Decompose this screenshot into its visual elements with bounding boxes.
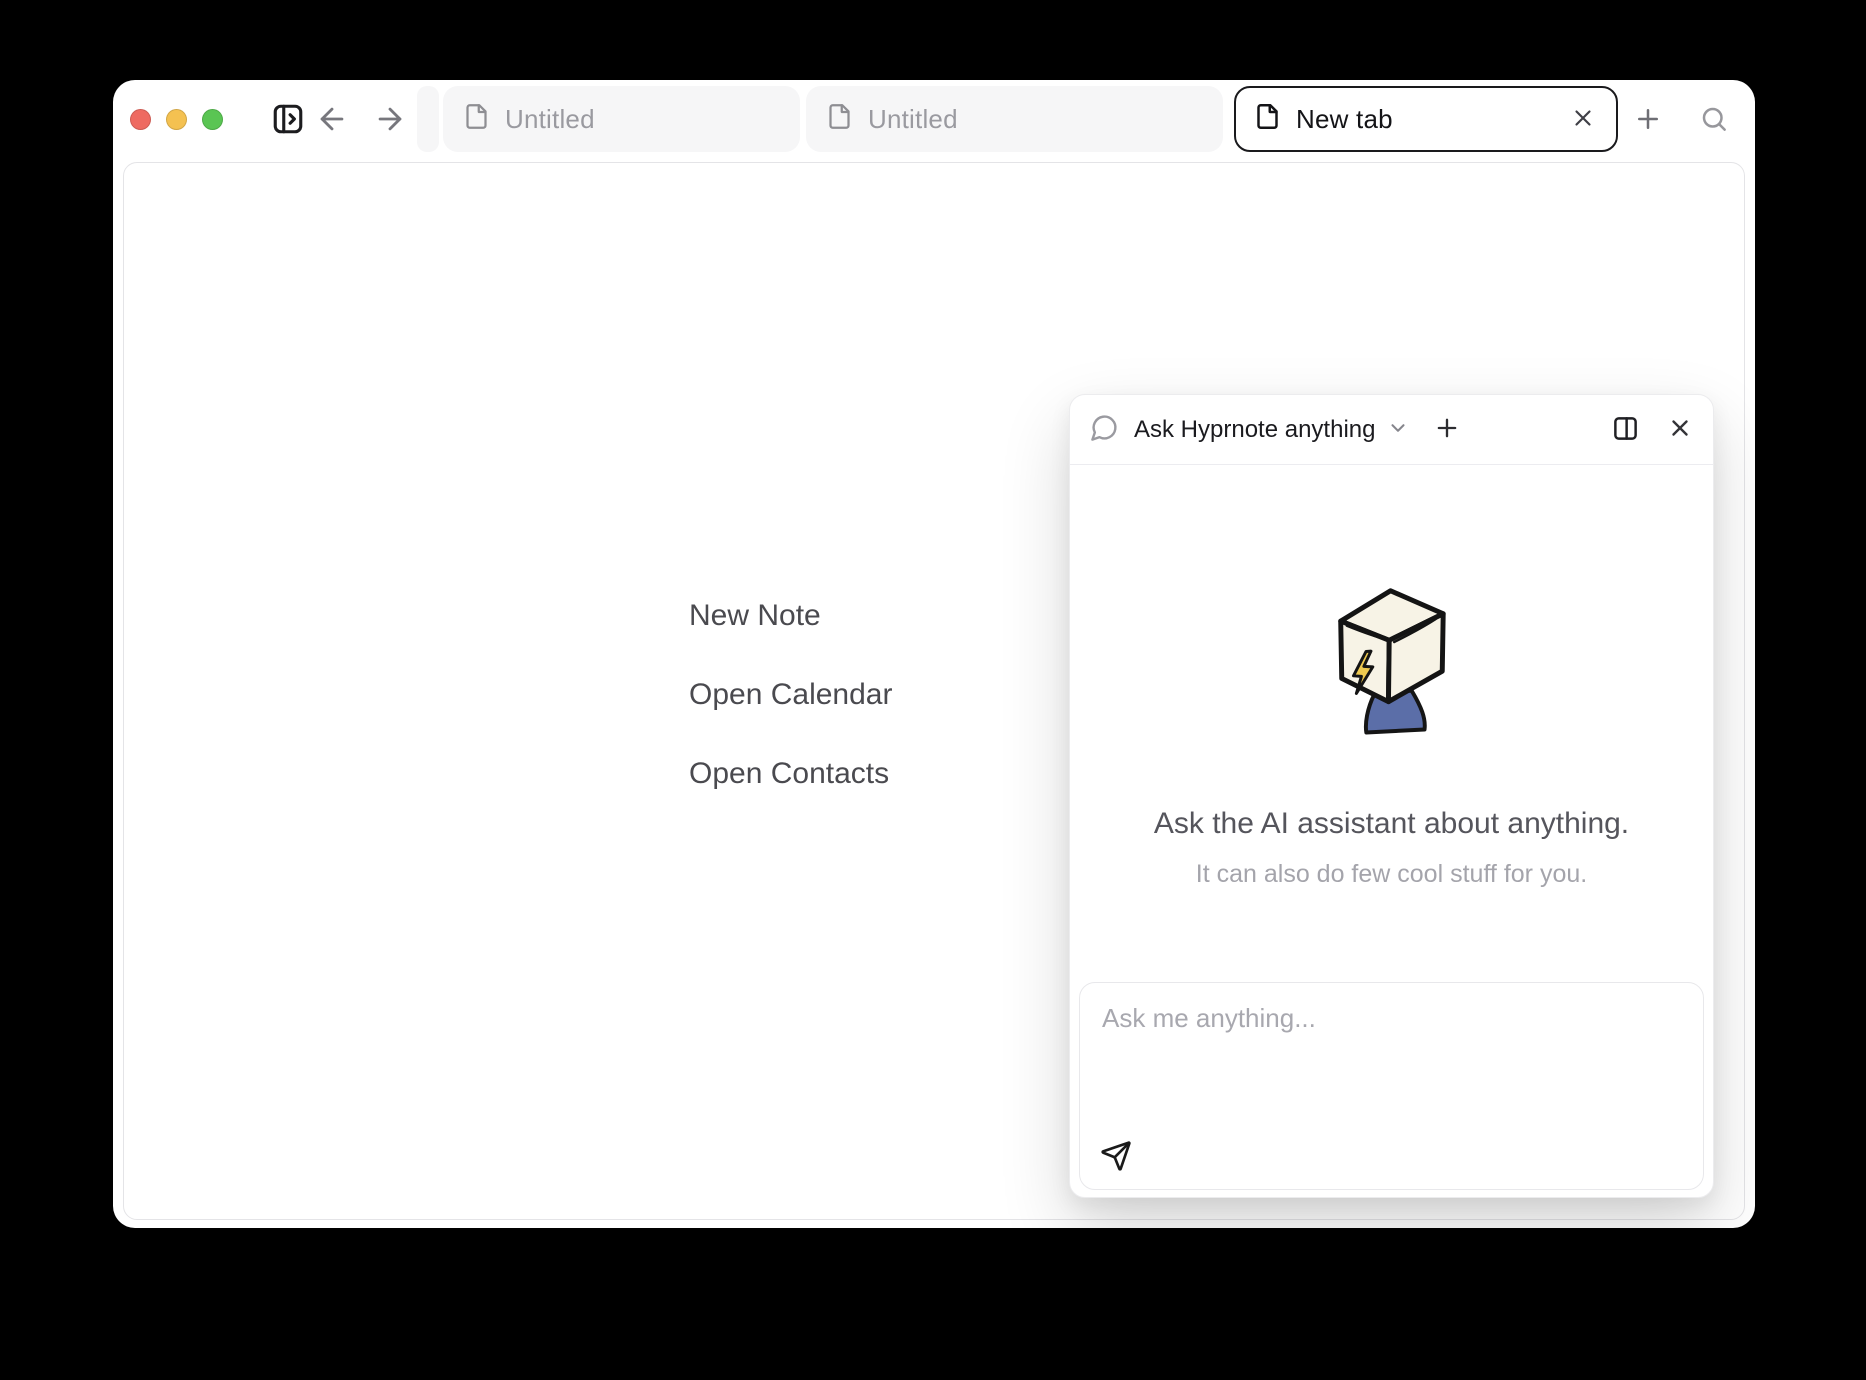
- close-tab-button[interactable]: [1568, 104, 1598, 134]
- window-controls: [130, 109, 223, 130]
- content-area: New Note Open Calendar Open Contacts Ask…: [123, 162, 1745, 1220]
- send-button[interactable]: [1098, 1139, 1134, 1175]
- split-view-button[interactable]: [1612, 415, 1639, 445]
- message-bubble-icon: [1090, 413, 1119, 447]
- send-icon: [1100, 1140, 1132, 1175]
- plus-icon: [1433, 414, 1461, 445]
- minimize-window-button[interactable]: [166, 109, 187, 130]
- new-tab-button[interactable]: [1628, 99, 1668, 139]
- close-window-button[interactable]: [130, 109, 151, 130]
- new-chat-button[interactable]: [1433, 414, 1461, 445]
- search-icon: [1699, 104, 1729, 134]
- tab-untitled-1[interactable]: Untitled: [443, 86, 800, 152]
- assistant-empty-state: Ask the AI assistant about anything. It …: [1070, 575, 1713, 889]
- ai-assistant-panel: Ask Hyprnote anything: [1069, 394, 1714, 1198]
- close-assistant-button[interactable]: [1667, 415, 1693, 444]
- tab-label: Untitled: [505, 104, 595, 135]
- tab-strip-remnant: [417, 86, 439, 152]
- open-contacts-link[interactable]: Open Contacts: [689, 755, 889, 793]
- assistant-header: Ask Hyprnote anything: [1070, 395, 1713, 465]
- file-icon: [1254, 103, 1281, 135]
- sidebar-toggle-button[interactable]: [268, 99, 308, 139]
- file-icon: [826, 103, 853, 135]
- assistant-input-box: [1079, 982, 1704, 1190]
- split-view-icon: [1612, 415, 1639, 445]
- panel-left-open-icon: [271, 102, 305, 136]
- assistant-input[interactable]: [1080, 983, 1703, 1135]
- file-icon: [463, 103, 490, 135]
- open-calendar-link[interactable]: Open Calendar: [689, 676, 892, 714]
- tab-new-tab[interactable]: New tab: [1234, 86, 1618, 152]
- zoom-window-button[interactable]: [202, 109, 223, 130]
- assistant-mascot: [1316, 575, 1468, 737]
- new-note-link[interactable]: New Note: [689, 597, 821, 635]
- close-icon: [1667, 415, 1693, 444]
- arrow-right-icon: [373, 102, 407, 136]
- arrow-left-icon: [315, 102, 349, 136]
- plus-icon: [1633, 104, 1663, 134]
- assistant-title: Ask Hyprnote anything: [1134, 416, 1375, 444]
- chevron-down-icon: [1387, 417, 1409, 442]
- tab-label: New tab: [1296, 104, 1393, 135]
- assistant-subline: It can also do few cool stuff for you.: [1070, 860, 1713, 889]
- tab-untitled-2[interactable]: Untitled: [806, 86, 1223, 152]
- tab-bar: Untitled Untitled New tab: [113, 86, 1755, 152]
- close-icon: [1570, 105, 1596, 134]
- tab-label: Untitled: [868, 104, 958, 135]
- back-button[interactable]: [312, 99, 352, 139]
- search-button[interactable]: [1694, 99, 1734, 139]
- app-window: Untitled Untitled New tab: [113, 80, 1755, 1228]
- forward-button[interactable]: [370, 99, 410, 139]
- assistant-headline: Ask the AI assistant about anything.: [1070, 807, 1713, 841]
- assistant-menu-button[interactable]: [1387, 417, 1409, 442]
